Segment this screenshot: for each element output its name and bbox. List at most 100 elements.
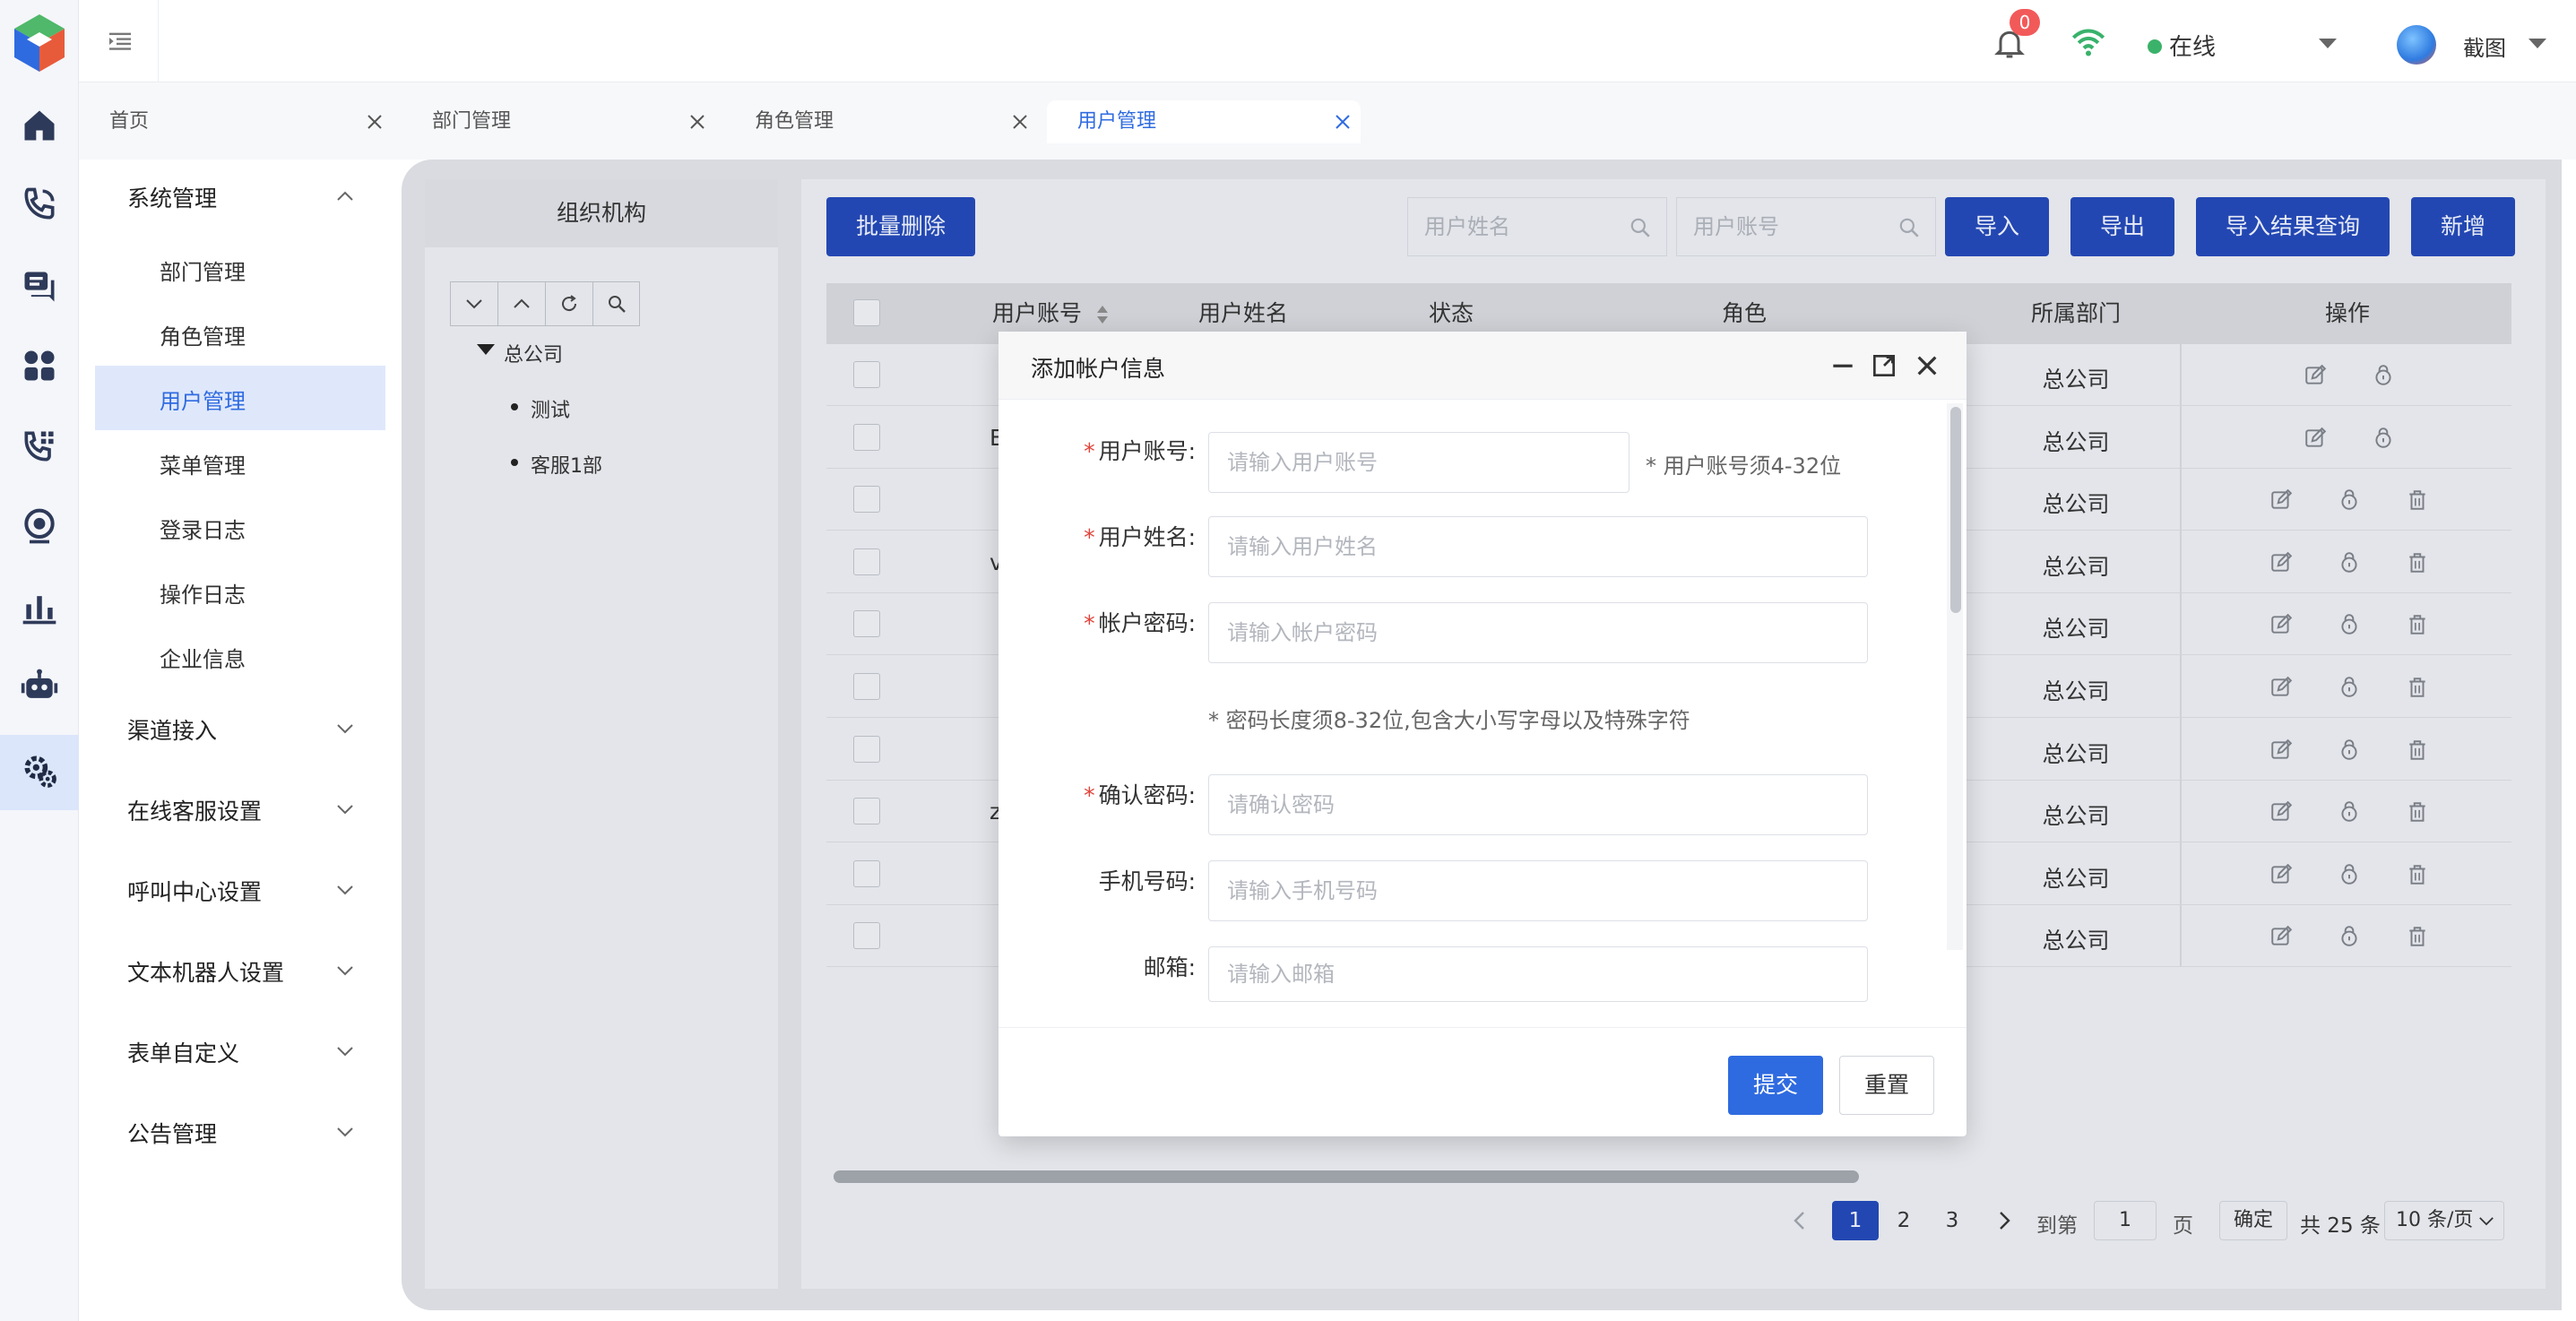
row-checkbox[interactable] — [853, 673, 880, 700]
apps-icon[interactable] — [20, 346, 59, 385]
sidebar-group-call-center[interactable]: 呼叫中心设置 — [127, 875, 262, 907]
tree-node-root[interactable]: 总公司 — [504, 339, 563, 367]
edit-icon[interactable] — [2269, 551, 2293, 574]
lock-icon[interactable] — [2338, 551, 2361, 574]
chevron-up-icon[interactable] — [335, 190, 355, 203]
horizontal-scrollbar[interactable] — [834, 1170, 1859, 1183]
sort-icon[interactable] — [1096, 304, 1109, 325]
row-checkbox[interactable] — [853, 548, 880, 575]
chevron-down-icon[interactable] — [335, 803, 355, 816]
location-icon[interactable] — [20, 507, 59, 547]
chevron-down-icon[interactable] — [335, 1045, 355, 1058]
bar-chart-icon[interactable] — [20, 588, 59, 627]
edit-icon[interactable] — [2269, 613, 2293, 636]
edit-icon[interactable] — [2269, 925, 2293, 948]
phone-call-icon[interactable] — [20, 185, 59, 224]
delete-icon[interactable] — [2406, 676, 2429, 699]
tab-department[interactable]: 部门管理 — [402, 100, 715, 143]
row-checkbox[interactable] — [853, 423, 880, 451]
sidebar-group-text-robot[interactable]: 文本机器人设置 — [127, 955, 284, 988]
delete-icon[interactable] — [2406, 551, 2429, 574]
lock-icon[interactable] — [2338, 488, 2361, 512]
chat-icon[interactable] — [20, 267, 59, 307]
phone-grid-icon[interactable] — [20, 427, 59, 466]
search-account-input[interactable]: 用户账号 — [1676, 197, 1936, 256]
dialog-scrollbar[interactable] — [1950, 407, 1961, 613]
email-input[interactable]: 请输入邮箱 — [1208, 946, 1868, 1002]
lock-icon[interactable] — [2338, 800, 2361, 824]
user-dropdown-caret-icon[interactable] — [2528, 38, 2547, 50]
page-size-select[interactable]: 10 条/页 — [2384, 1201, 2504, 1240]
sidebar-item-company[interactable]: 企业信息 — [160, 642, 246, 673]
row-checkbox[interactable] — [853, 798, 880, 825]
tree-node-test[interactable]: 测试 — [531, 394, 570, 423]
tree-expand-icon[interactable] — [477, 344, 495, 355]
sidebar-item-role[interactable]: 角色管理 — [160, 319, 246, 350]
avatar[interactable] — [2397, 25, 2436, 65]
chevron-down-icon[interactable] — [335, 964, 355, 977]
add-user-button[interactable]: 新增 — [2411, 197, 2515, 256]
collapse-all-icon[interactable] — [451, 282, 498, 325]
edit-icon[interactable] — [2269, 488, 2293, 512]
edit-icon[interactable] — [2269, 800, 2293, 824]
goto-confirm-button[interactable]: 确定 — [2219, 1201, 2287, 1240]
submit-button[interactable]: 提交 — [1728, 1056, 1823, 1115]
online-status-text[interactable]: 在线 — [2169, 29, 2216, 62]
password-input[interactable]: 请输入帐户密码 — [1208, 602, 1868, 663]
edit-icon[interactable] — [2304, 364, 2327, 387]
page-number[interactable]: 3 — [1929, 1201, 1975, 1240]
delete-icon[interactable] — [2406, 863, 2429, 886]
sidebar-group-form[interactable]: 表单自定义 — [127, 1036, 239, 1068]
confirm-password-input[interactable]: 请确认密码 — [1208, 774, 1868, 835]
delete-icon[interactable] — [2406, 738, 2429, 762]
edit-icon[interactable] — [2269, 738, 2293, 762]
lock-icon[interactable] — [2338, 925, 2361, 948]
prev-page-icon[interactable] — [1791, 1210, 1809, 1231]
sidebar-item-menu[interactable]: 菜单管理 — [160, 448, 246, 479]
search-icon[interactable] — [1897, 216, 1921, 239]
row-checkbox[interactable] — [853, 859, 880, 887]
edit-icon[interactable] — [2269, 863, 2293, 886]
maximize-icon[interactable] — [1870, 351, 1898, 380]
user-name[interactable]: 截图 — [2463, 30, 2506, 62]
import-result-button[interactable]: 导入结果查询 — [2196, 197, 2390, 256]
sidebar-group-channel[interactable]: 渠道接入 — [127, 713, 217, 746]
lock-icon[interactable] — [2338, 863, 2361, 886]
close-icon[interactable] — [1334, 113, 1352, 131]
tree-node-service1[interactable]: 客服1部 — [531, 450, 602, 479]
account-input[interactable]: 请输入用户账号 — [1208, 432, 1629, 493]
tab-home[interactable]: 首页 — [79, 100, 393, 143]
export-button[interactable]: 导出 — [2070, 197, 2174, 256]
sidebar-group-system[interactable]: 系统管理 — [127, 181, 217, 213]
lock-icon[interactable] — [2338, 613, 2361, 636]
page-number[interactable]: 2 — [1880, 1201, 1927, 1240]
lock-icon[interactable] — [2338, 738, 2361, 762]
delete-icon[interactable] — [2406, 800, 2429, 824]
app-logo-icon[interactable] — [11, 13, 68, 73]
row-checkbox[interactable] — [853, 486, 880, 514]
close-icon[interactable] — [1913, 351, 1941, 380]
robot-icon[interactable] — [20, 667, 59, 706]
row-checkbox[interactable] — [853, 610, 880, 638]
goto-page-input[interactable]: 1 — [2094, 1201, 2157, 1240]
reset-button[interactable]: 重置 — [1839, 1056, 1934, 1115]
lock-icon[interactable] — [2338, 676, 2361, 699]
edit-icon[interactable] — [2304, 427, 2327, 450]
close-icon[interactable] — [688, 113, 706, 131]
page-number[interactable]: 1 — [1832, 1201, 1879, 1240]
search-name-input[interactable]: 用户姓名 — [1407, 197, 1667, 256]
delete-icon[interactable] — [2406, 488, 2429, 512]
sidebar-item-login-log[interactable]: 登录日志 — [160, 513, 246, 544]
delete-icon[interactable] — [2406, 613, 2429, 636]
sidebar-group-online-service[interactable]: 在线客服设置 — [127, 794, 262, 826]
settings-gears-icon[interactable] — [20, 751, 59, 790]
menu-toggle-icon[interactable] — [106, 27, 134, 56]
sidebar-item-department[interactable]: 部门管理 — [160, 255, 246, 286]
import-button[interactable]: 导入 — [1945, 197, 2049, 256]
lock-icon[interactable] — [2372, 364, 2395, 387]
tab-user[interactable]: 用户管理 — [1047, 100, 1361, 143]
sidebar-item-operation-log[interactable]: 操作日志 — [160, 577, 246, 609]
close-icon[interactable] — [366, 113, 384, 131]
minimize-icon[interactable] — [1828, 351, 1857, 380]
row-checkbox[interactable] — [853, 361, 880, 388]
